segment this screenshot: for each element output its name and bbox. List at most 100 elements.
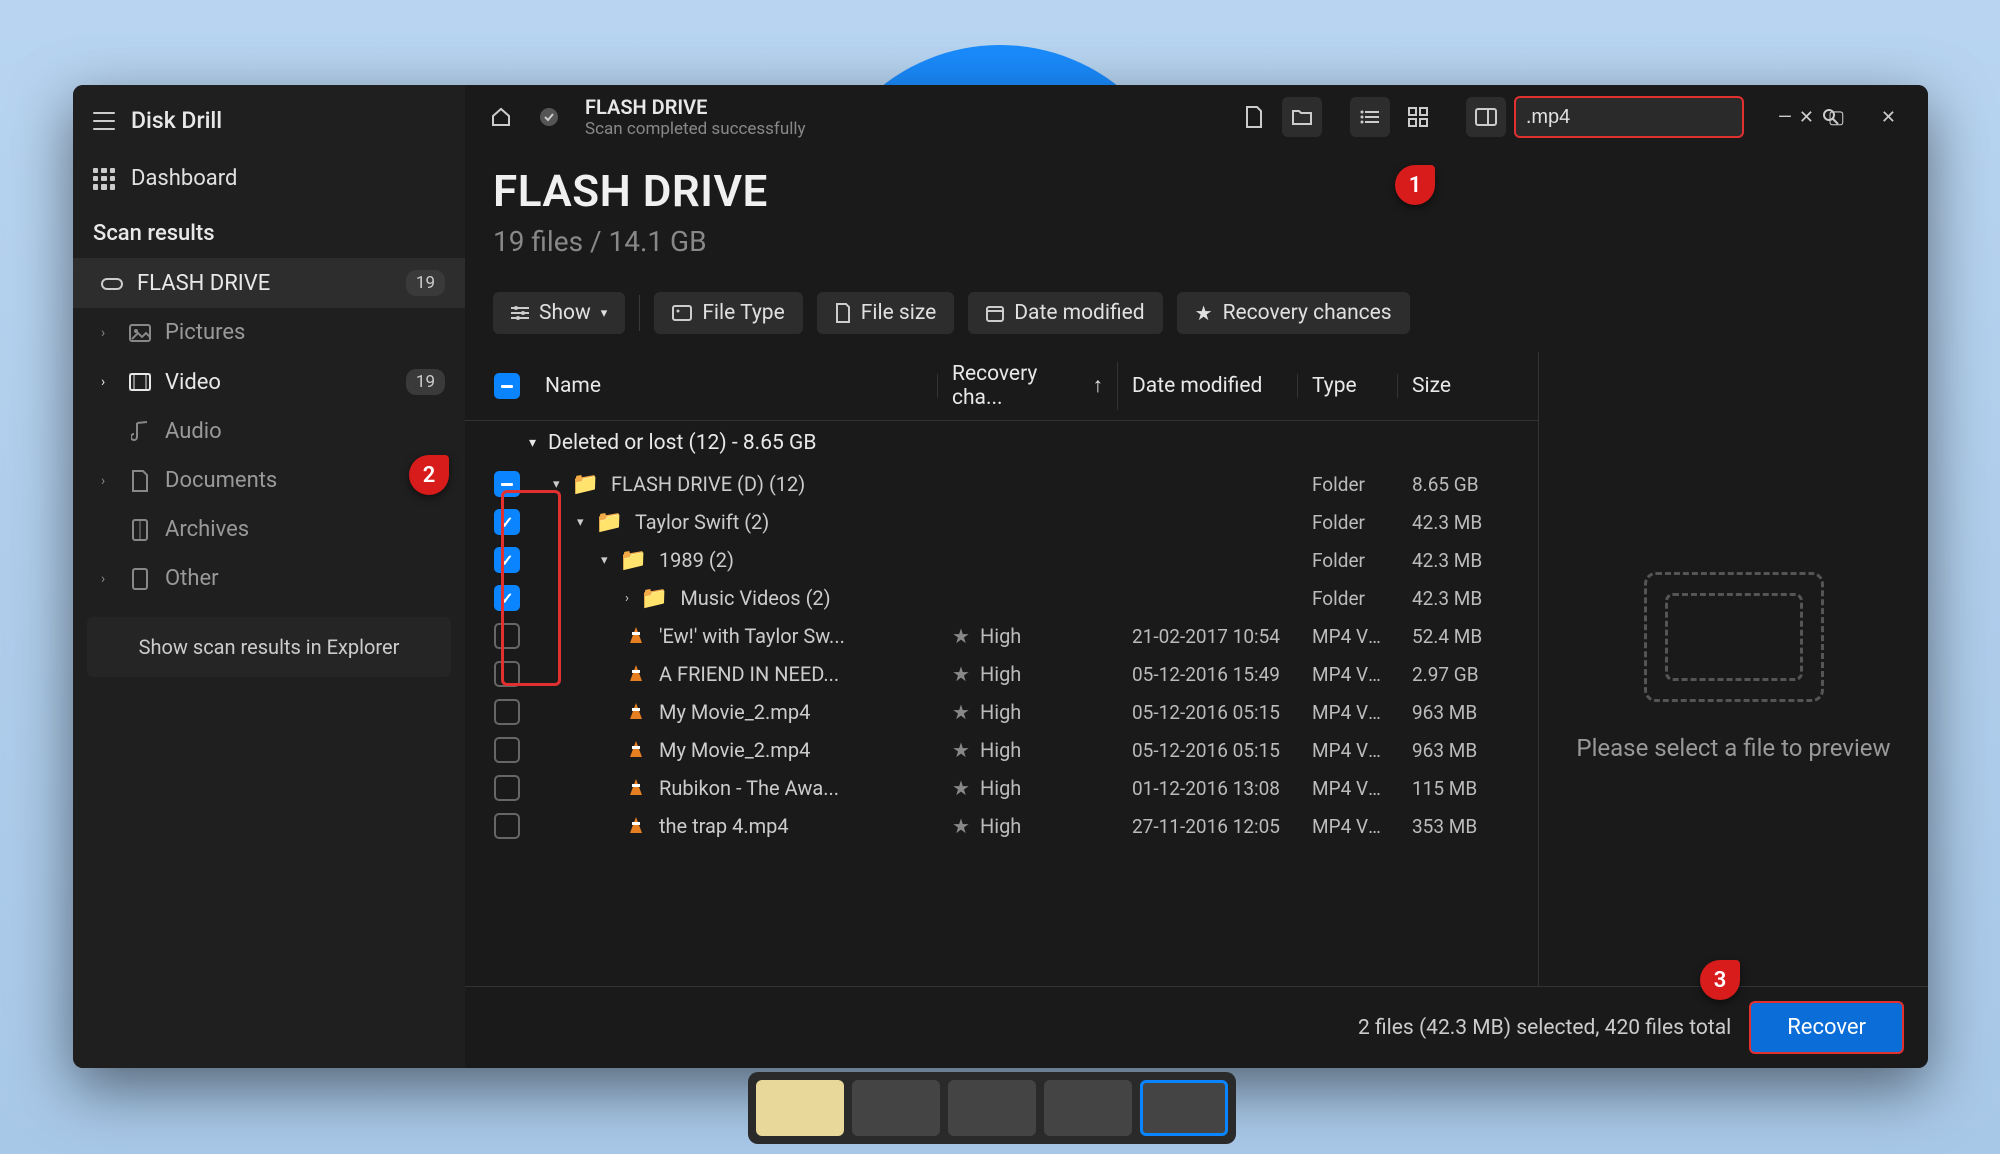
preview-text: Please select a file to preview xyxy=(1576,732,1890,766)
column-name[interactable]: Name xyxy=(529,374,938,398)
size-value: 52.4 MB xyxy=(1398,625,1518,648)
tree-caret-icon[interactable]: ▾ xyxy=(577,515,584,530)
size-value: 42.3 MB xyxy=(1398,587,1518,610)
recover-button[interactable]: Recover xyxy=(1749,1001,1904,1054)
row-checkbox[interactable] xyxy=(494,585,520,611)
folder-row[interactable]: ▾📁1989 (2)Folder42.3 MB xyxy=(465,541,1538,579)
file-type-filter[interactable]: File Type xyxy=(654,292,802,334)
row-checkbox[interactable] xyxy=(494,699,520,725)
sidebar-item-flash-drive[interactable]: FLASH DRIVE 19 xyxy=(73,258,465,308)
type-value: Folder xyxy=(1298,511,1398,534)
row-checkbox[interactable] xyxy=(494,775,520,801)
taskbar-thumb[interactable] xyxy=(1140,1080,1228,1136)
sidebar-item-pictures[interactable]: › Pictures xyxy=(73,308,465,357)
grid-view-button[interactable] xyxy=(1398,97,1438,137)
folder-row[interactable]: ›📁Music Videos (2)Folder42.3 MB xyxy=(465,579,1538,617)
sidebar-item-documents[interactable]: › Documents xyxy=(73,456,465,505)
type-value: MP4 Vi... xyxy=(1298,663,1398,686)
sidebar-item-archives[interactable]: Archives xyxy=(73,505,465,554)
sidebar-item-label: FLASH DRIVE xyxy=(137,271,270,296)
chevron-down-icon[interactable]: ▾ xyxy=(485,435,536,451)
folder-row[interactable]: ▾📁FLASH DRIVE (D) (12)Folder8.65 GB xyxy=(465,465,1538,503)
row-checkbox[interactable] xyxy=(494,509,520,535)
file-row[interactable]: My Movie_2.mp4★High05-12-2016 05:15MP4 V… xyxy=(465,693,1538,731)
vlc-icon xyxy=(625,625,647,647)
window-controls: — ▢ ✕ xyxy=(1772,101,1902,134)
sidebar-item-other[interactable]: › Other xyxy=(73,554,465,603)
sidebar-item-audio[interactable]: Audio xyxy=(73,407,465,456)
preview-toggle-button[interactable] xyxy=(1466,97,1506,137)
sidebar-item-video[interactable]: › Video 19 xyxy=(73,357,465,407)
list-view-button[interactable] xyxy=(1350,97,1390,137)
folder-icon-button[interactable] xyxy=(1282,97,1322,137)
file-row[interactable]: My Movie_2.mp4★High05-12-2016 05:15MP4 V… xyxy=(465,731,1538,769)
row-name: the trap 4.mp4 xyxy=(659,814,789,838)
chevron-right-icon: › xyxy=(101,325,115,341)
picture-icon xyxy=(672,305,692,321)
status-bar: 2 files (42.3 MB) selected, 420 files to… xyxy=(465,986,1928,1068)
row-checkbox[interactable] xyxy=(494,547,520,573)
drive-stats: 19 files / 14.1 GB xyxy=(493,225,1900,258)
close-button[interactable]: ✕ xyxy=(1875,101,1902,134)
file-row[interactable]: 'Ew!' with Taylor Sw...★High21-02-2017 1… xyxy=(465,617,1538,655)
column-size[interactable]: Size xyxy=(1398,374,1518,398)
search-box[interactable]: ✕ xyxy=(1514,96,1744,138)
search-input[interactable] xyxy=(1526,106,1791,129)
column-date[interactable]: Date modified xyxy=(1118,374,1298,398)
callout-3: 3 xyxy=(1700,960,1740,1000)
file-row[interactable]: the trap 4.mp4★High27-11-2016 12:05MP4 V… xyxy=(465,807,1538,845)
sidebar-item-label: Pictures xyxy=(165,320,245,345)
tree-caret-icon[interactable]: ▾ xyxy=(601,553,608,568)
size-value: 353 MB xyxy=(1398,815,1518,838)
main-body: Name Recovery cha... ↑ Date modified Typ… xyxy=(465,352,1928,986)
file-row[interactable]: A FRIEND IN NEED...★High05-12-2016 15:49… xyxy=(465,655,1538,693)
home-button[interactable] xyxy=(481,97,521,137)
row-checkbox[interactable] xyxy=(494,661,520,687)
sidebar-item-label: Video xyxy=(165,370,221,395)
taskbar-thumb[interactable] xyxy=(756,1080,844,1136)
sidebar-badge: 19 xyxy=(406,369,445,395)
maximize-button[interactable]: ▢ xyxy=(1822,101,1851,134)
show-filter[interactable]: Show ▾ xyxy=(493,292,625,334)
minimize-button[interactable]: — xyxy=(1772,101,1798,134)
group-label: Deleted or lost (12) - 8.65 GB xyxy=(548,431,816,455)
show-in-explorer-button[interactable]: Show scan results in Explorer xyxy=(87,617,451,677)
recovery-value: High xyxy=(980,700,1021,724)
row-checkbox[interactable] xyxy=(494,471,520,497)
picture-icon xyxy=(129,322,151,344)
callout-1: 1 xyxy=(1395,165,1435,205)
row-checkbox[interactable] xyxy=(494,737,520,763)
file-icon xyxy=(835,303,851,323)
row-name: A FRIEND IN NEED... xyxy=(659,662,839,686)
date-modified-label: Date modified xyxy=(1014,301,1144,325)
date-value: 27-11-2016 12:05 xyxy=(1118,815,1298,838)
chevron-right-icon: › xyxy=(101,571,115,587)
recovery-value: High xyxy=(980,624,1021,648)
column-type[interactable]: Type xyxy=(1298,374,1398,398)
group-row[interactable]: ▾ Deleted or lost (12) - 8.65 GB xyxy=(465,421,1538,465)
toolbar-title-block: FLASH DRIVE Scan completed successfully xyxy=(585,95,806,139)
file-row[interactable]: Rubikon - The Awa...★High01-12-2016 13:0… xyxy=(465,769,1538,807)
row-checkbox[interactable] xyxy=(494,813,520,839)
taskbar-thumb[interactable] xyxy=(948,1080,1036,1136)
recovery-chances-filter[interactable]: ★ Recovery chances xyxy=(1177,292,1410,334)
file-icon-button[interactable] xyxy=(1234,97,1274,137)
date-modified-filter[interactable]: Date modified xyxy=(968,292,1162,334)
menu-icon[interactable] xyxy=(93,112,115,130)
folder-row[interactable]: ▾📁Taylor Swift (2)Folder42.3 MB xyxy=(465,503,1538,541)
column-recovery[interactable]: Recovery cha... ↑ xyxy=(938,362,1118,410)
tree-caret-icon[interactable]: ▾ xyxy=(553,477,560,492)
taskbar-thumb[interactable] xyxy=(1044,1080,1132,1136)
status-text: 2 files (42.3 MB) selected, 420 files to… xyxy=(1358,1016,1731,1040)
row-checkbox[interactable] xyxy=(494,623,520,649)
taskbar-thumb[interactable] xyxy=(852,1080,940,1136)
file-table: Name Recovery cha... ↑ Date modified Typ… xyxy=(465,352,1538,986)
row-name: 'Ew!' with Taylor Sw... xyxy=(659,624,845,648)
row-name: 1989 (2) xyxy=(659,548,734,572)
file-size-filter[interactable]: File size xyxy=(817,292,955,334)
sidebar-dashboard[interactable]: Dashboard xyxy=(73,148,465,209)
tree-caret-icon[interactable]: › xyxy=(625,591,629,606)
table-body: ▾ Deleted or lost (12) - 8.65 GB ▾📁FLASH… xyxy=(465,421,1538,986)
select-all-checkbox[interactable] xyxy=(494,373,520,399)
date-value: 21-02-2017 10:54 xyxy=(1118,625,1298,648)
